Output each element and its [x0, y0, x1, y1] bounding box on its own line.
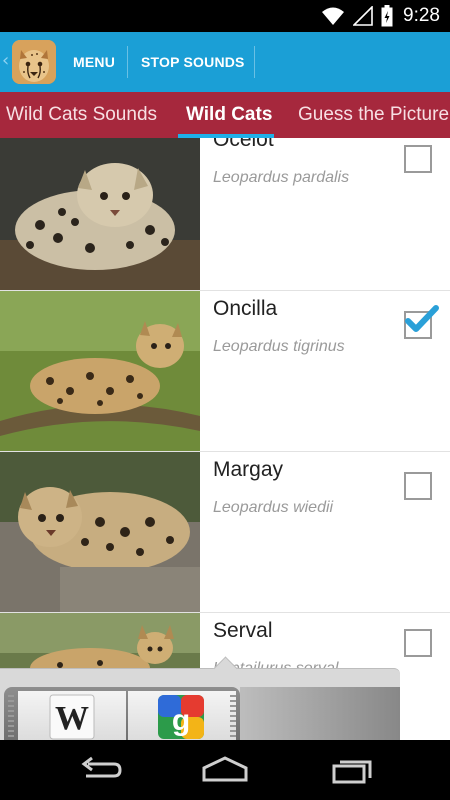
- svg-text:W: W: [55, 700, 89, 737]
- cat-photo: [0, 452, 200, 612]
- wikipedia-icon: W: [49, 694, 95, 740]
- list-item[interactable]: Margay Leopardus wiedii: [0, 452, 450, 613]
- list-item[interactable]: Ocelot Leopardus pardalis: [0, 138, 450, 291]
- tab-wild-cats-sounds[interactable]: Wild Cats Sounds: [6, 92, 157, 138]
- drawer-grip[interactable]: [230, 695, 236, 739]
- svg-text:g: g: [172, 704, 190, 737]
- tab-strip: Wild Cats Sounds Wild Cats Guess the Pic…: [0, 92, 450, 138]
- action-divider: [127, 46, 128, 78]
- favorite-checkbox[interactable]: [404, 305, 439, 339]
- share-drawer: W g: [0, 656, 400, 741]
- navigation-bar: [0, 740, 450, 800]
- wikipedia-button[interactable]: W: [18, 691, 126, 741]
- cheetah-app-icon[interactable]: [12, 40, 56, 84]
- cat-name: Serval: [213, 619, 273, 642]
- clock: 9:28: [403, 5, 440, 26]
- favorite-checkbox[interactable]: [404, 472, 432, 500]
- wifi-icon: [322, 7, 345, 25]
- cat-name: Oncilla: [213, 297, 278, 320]
- checkmark-icon: [405, 305, 439, 332]
- up-caret-icon[interactable]: ‹: [2, 50, 9, 71]
- cat-name: Ocelot: [213, 138, 274, 151]
- back-icon[interactable]: [78, 754, 124, 786]
- cat-latin-name: Leopardus wiedii: [213, 499, 334, 516]
- signal-icon: [353, 6, 373, 26]
- cat-list: Ocelot Leopardus pardalis Oncilla Leopar…: [0, 138, 450, 740]
- google-icon: g: [158, 695, 204, 739]
- drawer-shade: [240, 687, 400, 741]
- action-bar: ‹ MENU STOP SOUNDS: [0, 32, 450, 92]
- cat-photo: [0, 291, 200, 451]
- action-divider: [254, 46, 255, 78]
- cat-latin-name: Leopardus tigrinus: [213, 338, 345, 355]
- cat-name: Margay: [213, 458, 284, 481]
- drawer-panel: W g: [4, 687, 240, 741]
- tab-wild-cats[interactable]: Wild Cats: [186, 92, 272, 138]
- list-item[interactable]: Oncilla Leopardus tigrinus: [0, 291, 450, 452]
- cat-latin-name: Leopardus pardalis: [213, 169, 350, 186]
- favorite-checkbox[interactable]: [404, 145, 432, 173]
- recents-icon[interactable]: [330, 754, 374, 786]
- favorite-checkbox[interactable]: [404, 629, 432, 657]
- cat-photo: [0, 138, 200, 290]
- menu-button[interactable]: MENU: [73, 32, 115, 92]
- status-bar: 9:28: [0, 0, 450, 32]
- battery-icon: [381, 5, 393, 27]
- home-icon[interactable]: [200, 754, 250, 786]
- google-button[interactable]: g: [128, 691, 236, 741]
- drawer-grip[interactable]: [8, 695, 14, 739]
- tab-guess-the-picture[interactable]: Guess the Picture: [298, 92, 449, 138]
- stop-sounds-button[interactable]: STOP SOUNDS: [141, 32, 245, 92]
